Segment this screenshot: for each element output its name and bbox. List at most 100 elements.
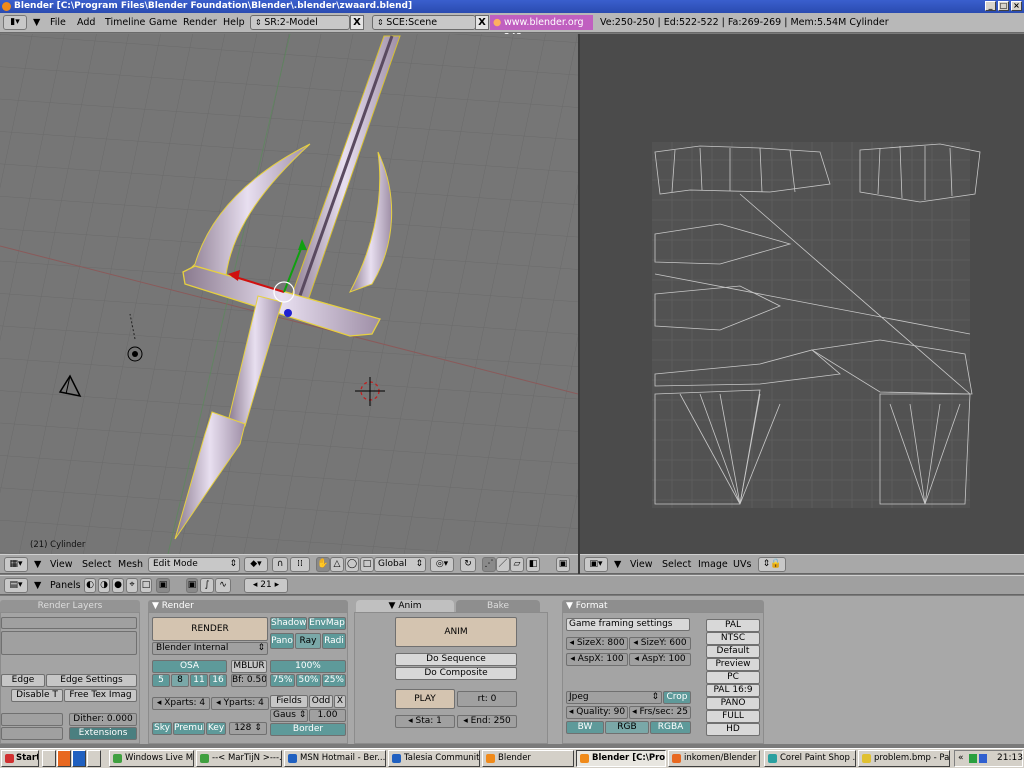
quality-field[interactable]: ◂ Quality: 90	[566, 706, 628, 719]
bake-tab[interactable]: Bake	[456, 600, 540, 612]
task-blender[interactable]: Blender	[482, 750, 574, 767]
x-toggle[interactable]: X	[334, 695, 346, 708]
image-browse-lock-icon[interactable]: ⇕🔒	[758, 557, 786, 572]
minimize-button[interactable]: _	[985, 1, 996, 11]
menu-file[interactable]: File	[50, 16, 66, 30]
close-window-button[interactable]: ×	[1011, 1, 1022, 11]
tray-expand-icon[interactable]: «	[958, 751, 964, 766]
anim-buttons-icon[interactable]: ∫	[200, 578, 214, 593]
render-layer-slider[interactable]	[1, 713, 63, 726]
rgba-toggle[interactable]: RGBA	[650, 721, 691, 734]
vertex-select-icon[interactable]: ⋰	[482, 557, 496, 572]
menu-select[interactable]: Select	[82, 559, 111, 571]
menu-add[interactable]: Add	[77, 16, 95, 30]
layers-icon[interactable]: ⁞⁞	[290, 557, 310, 572]
fps-field[interactable]: ◂ Frs/sec: 25	[629, 706, 691, 719]
scene-selector[interactable]: ⇕ SCE:Scene	[372, 15, 476, 30]
editor-type-grid-icon[interactable]: ▦▾	[4, 557, 28, 572]
game-framing-button[interactable]: Game framing settings	[566, 618, 690, 631]
header-collapse-icon[interactable]: ▼	[34, 559, 41, 571]
scale-manipulator-icon[interactable]: ◯	[345, 557, 359, 572]
editor-type-buttons-icon[interactable]: ▤▾	[4, 578, 28, 593]
start-button[interactable]: Start	[1, 750, 39, 767]
size-75-button[interactable]: 75%	[270, 674, 295, 687]
object-context-icon[interactable]: ⌖	[126, 578, 138, 593]
header-collapse-icon[interactable]: ▼	[33, 16, 40, 30]
shadow-toggle[interactable]: Shadow	[270, 617, 307, 630]
disable-tex-button[interactable]: Disable T	[11, 689, 63, 702]
editing-context-icon[interactable]: □	[140, 578, 152, 593]
3d-viewport[interactable]: (21) Cylinder	[0, 34, 578, 554]
menu-timeline[interactable]: Timeline	[105, 16, 145, 30]
render-button[interactable]: RENDER	[152, 617, 268, 641]
aspx-field[interactable]: ◂ AspX: 100	[566, 653, 628, 666]
percent-label[interactable]: 100%	[270, 660, 346, 673]
preset-hd[interactable]: HD	[706, 723, 760, 736]
render-buttons-icon[interactable]: ▣	[186, 578, 198, 593]
header-collapse-icon[interactable]: ▼	[614, 559, 621, 571]
aspy-field[interactable]: ◂ AspY: 100	[629, 653, 691, 666]
preset-default[interactable]: Default	[706, 645, 760, 658]
task-corel-paint-shop[interactable]: Corel Paint Shop ...	[764, 750, 856, 767]
uv-editor-canvas[interactable]	[580, 34, 1024, 554]
task-windows-live-messenger[interactable]: Windows Live Me...	[109, 750, 194, 767]
render-layers-tab[interactable]: Render Layers	[0, 600, 140, 612]
size-25-button[interactable]: 25%	[322, 674, 346, 687]
task-blender-active[interactable]: Blender [C:\Pro...	[576, 750, 666, 767]
premul-toggle[interactable]: Premul	[173, 722, 205, 735]
orientation-selector[interactable]: Global ⇕	[374, 557, 426, 572]
header-collapse-icon[interactable]: ▼	[34, 580, 41, 592]
quicklaunch-firefox-icon[interactable]	[57, 750, 71, 767]
shading-context-icon[interactable]: ●	[112, 578, 124, 593]
preset-full[interactable]: FULL	[706, 710, 760, 723]
tray-volume-icon[interactable]	[979, 754, 987, 763]
render-panel-header[interactable]: ▼ Render	[148, 600, 348, 612]
tray-network-icon[interactable]	[969, 754, 977, 763]
preset-preview[interactable]: Preview	[706, 658, 760, 671]
preset-pc[interactable]: PC	[706, 671, 760, 684]
start-frame-field[interactable]: ◂ Sta: 1	[395, 715, 455, 728]
pivot-icon[interactable]: ◎▾	[430, 557, 454, 572]
xparts-field[interactable]: ◂ Xparts: 4	[152, 697, 210, 710]
render-preview-icon[interactable]: ▣	[556, 557, 570, 572]
preset-pal[interactable]: PAL	[706, 619, 760, 632]
anim-tab[interactable]: ▼ Anim	[356, 600, 454, 612]
blender-url-link[interactable]: ●www.blender.org 243	[490, 15, 593, 43]
free-tex-images-button[interactable]: Free Tex Imag	[64, 689, 137, 702]
osa-11-button[interactable]: 11	[190, 674, 208, 687]
maximize-button[interactable]: □	[998, 1, 1009, 11]
uv-menu-uvs[interactable]: UVs	[733, 559, 751, 571]
occlude-geometry-icon[interactable]: ◧	[526, 557, 540, 572]
uv-menu-view[interactable]: View	[630, 559, 653, 571]
fields-toggle[interactable]: Fields	[270, 695, 308, 708]
osa-5-button[interactable]: 5	[152, 674, 170, 687]
key-toggle[interactable]: Key	[206, 722, 226, 735]
edge-button[interactable]: Edge	[1, 674, 45, 687]
bw-toggle[interactable]: BW	[566, 721, 604, 734]
task-martijn-chat[interactable]: --< MarTijN >---...	[196, 750, 282, 767]
odd-toggle[interactable]: Odd	[309, 695, 333, 708]
translate-manipulator-icon[interactable]: □	[360, 557, 374, 572]
quicklaunch-media-icon[interactable]	[87, 750, 101, 767]
envmap-toggle[interactable]: EnvMap	[308, 617, 346, 630]
rgb-toggle[interactable]: RGB	[605, 721, 649, 734]
crop-toggle[interactable]: Crop	[663, 691, 691, 704]
menu-view[interactable]: View	[50, 559, 73, 571]
edge-select-icon[interactable]: ／	[496, 557, 510, 572]
image-format-selector[interactable]: Jpeg ⇕	[566, 691, 662, 704]
task-talesia-community[interactable]: Talesia Communit...	[388, 750, 480, 767]
anim-button[interactable]: ANIM	[395, 617, 517, 647]
task-inkomen-blender[interactable]: inkomen/Blender ...	[668, 750, 760, 767]
menu-render[interactable]: Render	[183, 16, 217, 30]
editor-type-image-icon[interactable]: ▣▾	[584, 557, 608, 572]
filter-size-field[interactable]: 1.00	[309, 709, 346, 722]
yparts-field[interactable]: ◂ Yparts: 4	[211, 697, 269, 710]
window-type-icon[interactable]: ▮▾	[3, 15, 27, 30]
panels-menu[interactable]: Panels	[50, 580, 81, 592]
menu-mesh[interactable]: Mesh	[118, 559, 143, 571]
proportional-edit-icon[interactable]: ↻	[460, 557, 476, 572]
play-button[interactable]: PLAY	[395, 689, 455, 709]
sound-buttons-icon[interactable]: ∿	[215, 578, 231, 593]
do-sequence-toggle[interactable]: Do Sequence	[395, 653, 517, 666]
delete-screen-button[interactable]: X	[350, 15, 364, 30]
